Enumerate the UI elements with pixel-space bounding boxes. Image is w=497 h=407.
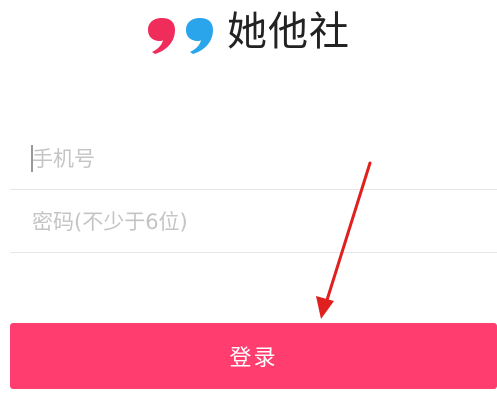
login-button[interactable]: 登录 (10, 323, 497, 389)
app-title: 她他社 (227, 9, 350, 55)
password-input[interactable] (32, 191, 472, 252)
password-field[interactable] (10, 191, 497, 253)
logo-glyph (148, 18, 213, 54)
phone-field[interactable] (10, 128, 497, 190)
quote-marks-logo-icon (147, 14, 215, 54)
phone-input[interactable] (32, 128, 472, 189)
app-logo: 她他社 (0, 8, 497, 60)
